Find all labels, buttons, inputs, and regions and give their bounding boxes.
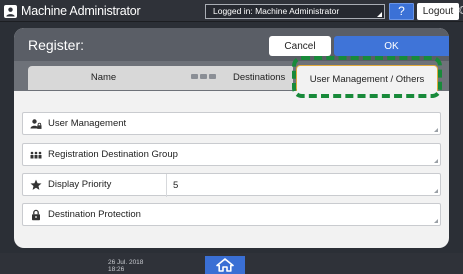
ok-button[interactable]: OK xyxy=(334,36,449,56)
home-button[interactable] xyxy=(205,256,245,274)
cancel-button[interactable]: Cancel xyxy=(269,36,331,56)
energy-saver-icon[interactable]: ☾ xyxy=(458,3,463,20)
logout-button[interactable]: Logout xyxy=(417,3,459,20)
row-corner-icon xyxy=(434,189,438,193)
highlight-annotation xyxy=(292,56,442,98)
row-user-management[interactable]: User Management xyxy=(22,112,441,135)
row-destination-protection[interactable]: Destination Protection xyxy=(22,203,441,226)
expand-corner-icon xyxy=(377,12,382,17)
date-text: 26 Jul. 2018 xyxy=(108,259,144,266)
tab-destinations-label: Destinations xyxy=(233,72,286,83)
lock-icon xyxy=(30,209,42,221)
tab-destinations[interactable]: Destinations xyxy=(179,66,293,90)
row-label: User Management xyxy=(48,118,127,129)
tab-name-label: Name xyxy=(90,72,117,83)
row-registration-destination-group[interactable]: Registration Destination Group xyxy=(22,143,441,166)
group-icon xyxy=(30,149,42,161)
home-icon xyxy=(216,258,234,272)
row-corner-icon xyxy=(434,159,438,163)
row-corner-icon xyxy=(434,219,438,223)
row-label: Registration Destination Group xyxy=(48,149,178,160)
user-title: Machine Administrator xyxy=(4,2,141,20)
date-time: 26 Jul. 2018 18:26 xyxy=(108,259,143,273)
top-bar: Machine Administrator Logged in: Machine… xyxy=(0,0,463,22)
row-display-priority[interactable]: Display Priority 5 xyxy=(22,173,441,197)
login-status-text: Logged in: Machine Administrator xyxy=(213,6,340,16)
time-text: 18:26 xyxy=(108,266,125,273)
row-label: Destination Protection xyxy=(48,209,141,220)
display-priority-value: 5 xyxy=(166,174,178,197)
page-title: Register: xyxy=(28,37,85,53)
row-label: Display Priority xyxy=(48,179,112,190)
help-button[interactable]: ? xyxy=(389,3,414,20)
destination-keys-icon xyxy=(191,74,216,79)
bottom-bar: 26 Jul. 2018 18:26 xyxy=(0,253,463,274)
star-icon xyxy=(30,179,42,191)
user-icon xyxy=(4,4,17,18)
tab-name[interactable]: Name xyxy=(28,66,188,90)
login-status-display[interactable]: Logged in: Machine Administrator xyxy=(205,4,385,19)
user-lock-icon xyxy=(30,118,42,130)
user-title-label: Machine Administrator xyxy=(21,4,141,18)
row-corner-icon xyxy=(434,128,438,132)
